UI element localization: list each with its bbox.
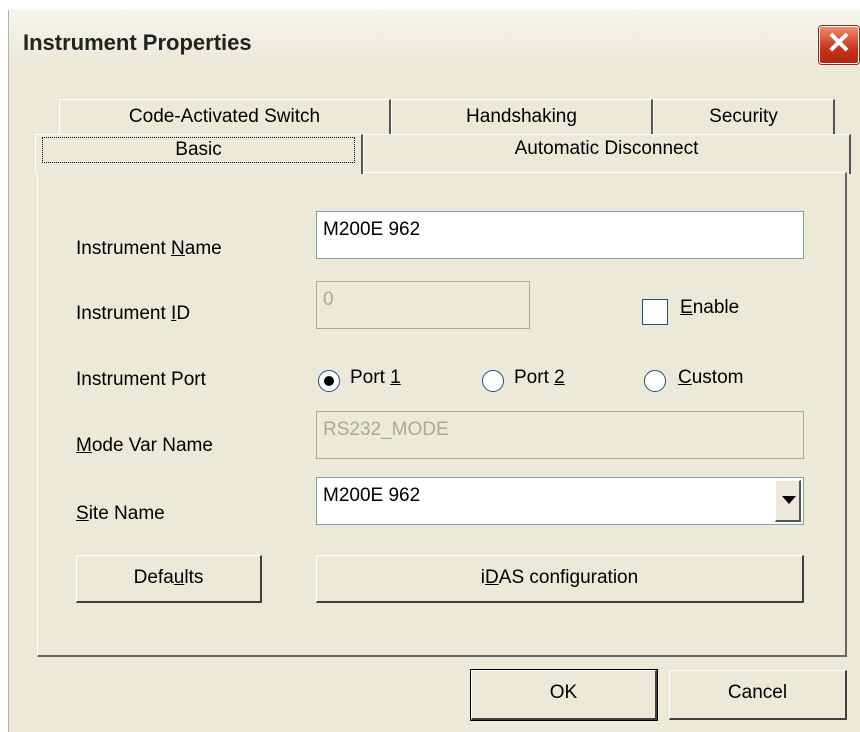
custom-radio[interactable] [644,370,666,392]
close-button[interactable]: ✕ [819,26,859,64]
instrument-name-input[interactable]: M200E 962 [316,211,804,259]
tab-label: Handshaking [466,106,577,127]
mode-var-name-input[interactable]: RS232_MODE [316,411,804,459]
tab-handshaking[interactable]: Handshaking [391,99,653,135]
close-icon: ✕ [826,27,852,60]
tab-security[interactable]: Security [653,99,835,135]
ok-button[interactable]: OK [470,669,658,721]
tab-label: Security [709,106,778,127]
instrument-name-label: Instrument Name [76,238,222,259]
tab-label: Basic [42,137,355,163]
defaults-button[interactable]: Defaults [76,555,262,603]
mode-var-name-label: Mode Var Name [76,435,213,456]
port1-radio[interactable] [318,370,340,392]
tab-label: Automatic Disconnect [514,138,699,159]
idas-configuration-button[interactable]: iDAS configuration [316,555,804,603]
tab-code-activated-switch[interactable]: Code-Activated Switch [59,99,391,135]
tab-label: Code-Activated Switch [128,106,321,127]
site-name-select[interactable]: M200E 962 [316,477,804,525]
basic-tab-panel: Instrument Name M200E 962 Instrument ID … [37,172,847,657]
port1-label[interactable]: Port 1 [350,367,401,389]
site-name-label: Site Name [76,503,165,524]
instrument-port-label: Instrument Port [76,369,206,390]
cancel-button[interactable]: Cancel [669,670,847,720]
chevron-down-icon[interactable] [775,480,801,522]
custom-label[interactable]: Custom [678,367,743,389]
tab-basic[interactable]: Basic [35,134,363,174]
title-bar: Instrument Properties ✕ [9,10,860,76]
port2-radio[interactable] [482,370,504,392]
instrument-id-label: Instrument ID [76,303,191,324]
enable-checkbox[interactable] [642,299,668,325]
site-name-value: M200E 962 [323,485,421,506]
instrument-properties-dialog: Instrument Properties ✕ Code-Activated S… [8,10,860,732]
enable-label[interactable]: Enable [680,297,739,319]
port2-label[interactable]: Port 2 [514,367,565,389]
instrument-id-input[interactable]: 0 [316,281,530,329]
dialog-title: Instrument Properties [23,30,252,55]
tab-automatic-disconnect[interactable]: Automatic Disconnect [363,134,851,174]
